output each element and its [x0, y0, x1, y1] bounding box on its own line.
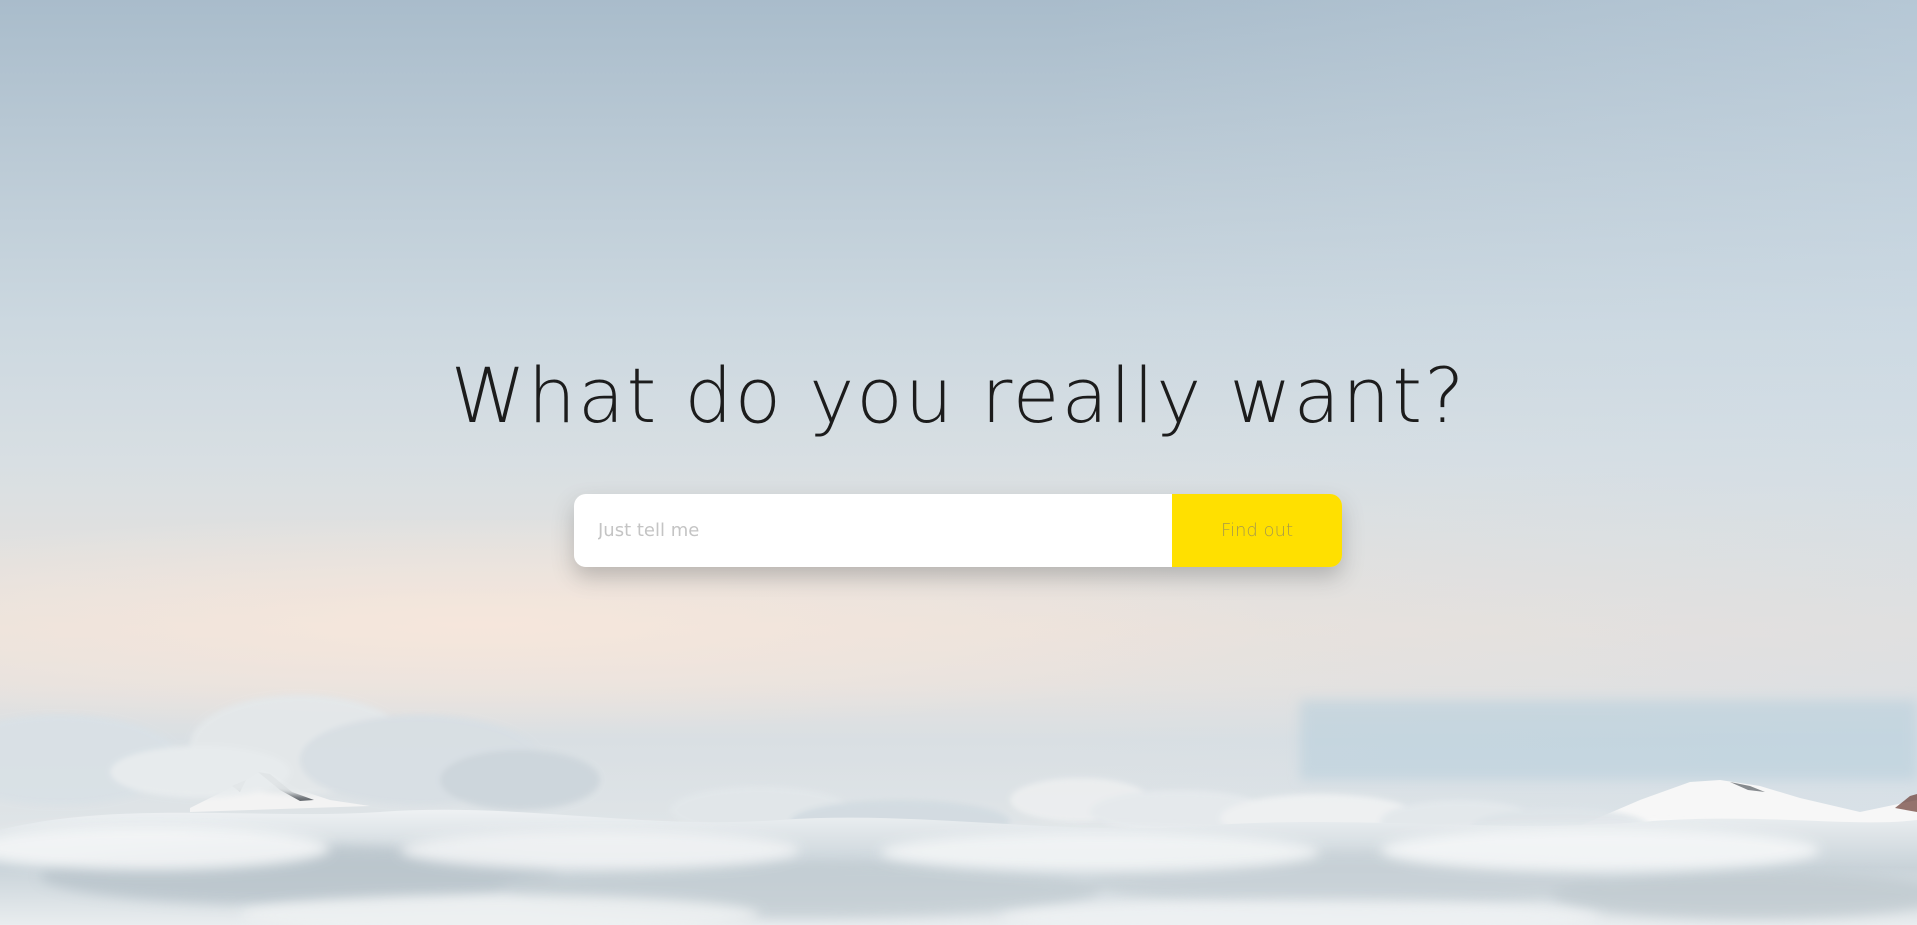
- search-input[interactable]: [574, 494, 1172, 567]
- hero-section: What do you really want? Find out: [0, 0, 1917, 925]
- find-out-button[interactable]: Find out: [1172, 494, 1342, 567]
- search-form: Find out: [574, 494, 1342, 567]
- cloud-mountain-background: [0, 695, 1917, 925]
- page-headline: What do you really want?: [450, 351, 1467, 440]
